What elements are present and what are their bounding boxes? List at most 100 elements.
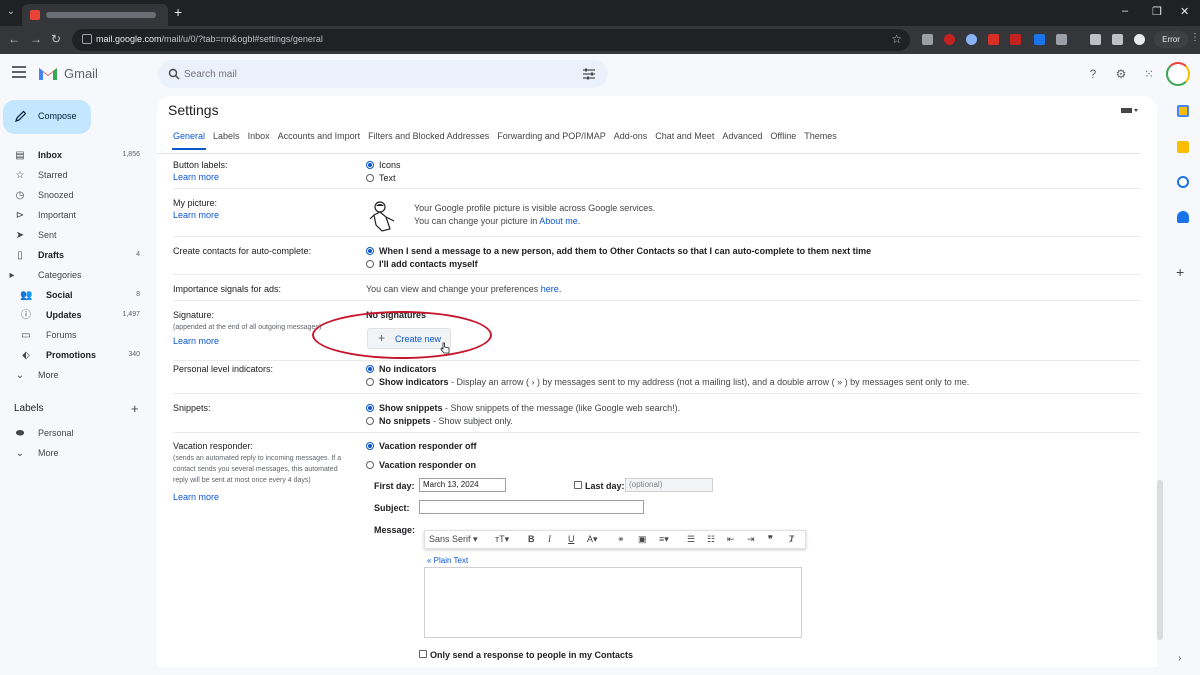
bulleted-list-icon[interactable]: ☷ xyxy=(707,534,715,545)
sidebar-item-social[interactable]: 👥 Social 8 xyxy=(0,287,150,305)
plain-text-link[interactable]: « Plain Text xyxy=(427,556,468,565)
last-day-input[interactable]: (optional) xyxy=(625,478,713,492)
get-addons-icon[interactable]: + xyxy=(1176,264,1184,280)
bookmark-star-icon[interactable]: ☆ xyxy=(891,32,902,46)
radio-auto-add-contacts[interactable] xyxy=(366,247,374,255)
profile-picture[interactable] xyxy=(368,199,398,233)
apps-grid-icon[interactable]: ⁙ xyxy=(1142,67,1156,81)
browser-tab[interactable] xyxy=(22,4,168,26)
tab-inbox[interactable]: Inbox xyxy=(248,131,270,141)
address-bar[interactable]: mail.google.com/mail/u/0/?tab=rm&ogbl#se… xyxy=(72,29,910,51)
expand-side-panel-icon[interactable]: › xyxy=(1178,653,1181,664)
radio-show-indicators[interactable] xyxy=(366,378,374,386)
settings-scrollbar[interactable] xyxy=(1157,480,1163,640)
calendar-icon[interactable] xyxy=(1177,105,1189,117)
label-item-more[interactable]: ⌄ More xyxy=(0,445,150,463)
radio-icons[interactable] xyxy=(366,161,374,169)
minimize-icon[interactable]: – xyxy=(1122,5,1128,17)
gmail-logo-icon[interactable] xyxy=(38,66,58,81)
sidebar-item-promotions[interactable]: ⬖ Promotions 340 xyxy=(0,347,150,365)
tab-search-icon[interactable]: ⌄ xyxy=(4,5,18,19)
add-label-icon[interactable]: + xyxy=(131,401,139,416)
about-me-link[interactable]: About me xyxy=(539,216,578,226)
learn-more-link[interactable]: Learn more xyxy=(173,336,219,346)
tab-offline[interactable]: Offline xyxy=(770,131,796,141)
tasks-icon[interactable] xyxy=(1177,176,1189,188)
contacts-icon[interactable] xyxy=(1177,211,1189,223)
sidebar-item-snoozed[interactable]: ◷ Snoozed xyxy=(0,187,150,205)
learn-more-link[interactable]: Learn more xyxy=(173,492,219,502)
indent-more-icon[interactable]: ⇥ xyxy=(747,534,755,545)
radio-vacation-on[interactable] xyxy=(366,461,374,469)
learn-more-link[interactable]: Learn more xyxy=(173,172,219,182)
learn-more-link[interactable]: Learn more xyxy=(173,210,219,220)
tab-advanced[interactable]: Advanced xyxy=(722,131,762,141)
main-menu-icon[interactable] xyxy=(12,66,26,78)
back-icon[interactable]: ← xyxy=(8,32,20,46)
tab-add-ons[interactable]: Add-ons xyxy=(614,131,648,141)
extension-icon[interactable] xyxy=(922,34,933,45)
side-panel-icon[interactable] xyxy=(1112,34,1123,45)
account-avatar[interactable] xyxy=(1166,62,1190,86)
sidebar-item-updates[interactable]: ⓘ Updates 1,497 xyxy=(0,307,150,325)
extension-icon[interactable] xyxy=(1010,34,1021,45)
profile-icon[interactable] xyxy=(1134,34,1145,45)
link-icon[interactable]: ⚭ xyxy=(617,534,625,545)
numbered-list-icon[interactable]: ☰ xyxy=(687,534,695,545)
first-day-input[interactable]: March 13, 2024 xyxy=(419,478,506,492)
radio-show-snippets[interactable] xyxy=(366,404,374,412)
importance-here-link[interactable]: here xyxy=(541,284,559,294)
sidebar-item-inbox[interactable]: ▤ Inbox 1,856 xyxy=(0,147,150,165)
help-icon[interactable]: ? xyxy=(1086,67,1100,81)
reading-list-icon[interactable] xyxy=(1090,34,1101,45)
message-editor[interactable] xyxy=(424,567,802,638)
extension-icon[interactable] xyxy=(966,34,977,45)
sidebar-item-sent[interactable]: ➤ Sent xyxy=(0,227,150,245)
align-icon[interactable]: ≡▾ xyxy=(659,534,669,545)
tab-accounts-and-import[interactable]: Accounts and Import xyxy=(278,131,361,141)
reload-icon[interactable]: ↻ xyxy=(51,32,61,46)
browser-menu-icon[interactable]: ⋮ xyxy=(1190,32,1200,43)
search-icon[interactable] xyxy=(168,68,180,80)
radio-manual-contacts[interactable] xyxy=(366,260,374,268)
radio-no-indicators[interactable] xyxy=(366,365,374,373)
bold-icon[interactable]: B xyxy=(528,534,535,544)
subject-input[interactable] xyxy=(419,500,644,514)
input-tools-icon[interactable] xyxy=(1121,108,1139,114)
sidebar-item-categories[interactable]: ▸ Categories xyxy=(0,267,150,285)
image-icon[interactable]: ▣ xyxy=(638,534,647,545)
radio-no-snippets[interactable] xyxy=(366,417,374,425)
extensions-puzzle-icon[interactable] xyxy=(1056,34,1067,45)
tab-general[interactable]: General xyxy=(173,131,205,141)
sidebar-item-starred[interactable]: ☆ Starred xyxy=(0,167,150,185)
error-button[interactable]: Error xyxy=(1154,31,1188,48)
text-color-icon[interactable]: A▾ xyxy=(587,534,598,545)
tab-forwarding-and-pop-imap[interactable]: Forwarding and POP/IMAP xyxy=(497,131,606,141)
forward-icon[interactable]: → xyxy=(30,32,42,46)
last-day-checkbox[interactable] xyxy=(574,481,582,489)
indent-less-icon[interactable]: ⇤ xyxy=(727,534,735,545)
only-contacts-checkbox[interactable] xyxy=(419,650,427,658)
sidebar-item-important[interactable]: ⊳ Important xyxy=(0,207,150,225)
close-icon[interactable]: ✕ xyxy=(1180,5,1189,18)
radio-text[interactable] xyxy=(366,174,374,182)
sidebar-item-drafts[interactable]: ▯ Drafts 4 xyxy=(0,247,150,265)
extension-icon[interactable] xyxy=(988,34,999,45)
search-bar[interactable] xyxy=(158,60,608,88)
restore-icon[interactable]: ❐ xyxy=(1152,5,1162,18)
site-info-icon[interactable] xyxy=(82,34,92,44)
label-item-personal[interactable]: ⬬ Personal xyxy=(0,425,150,443)
search-options-icon[interactable] xyxy=(582,68,596,80)
settings-gear-icon[interactable]: ⚙ xyxy=(1114,67,1128,81)
sidebar-item-forums[interactable]: ▭ Forums xyxy=(0,327,150,345)
keep-icon[interactable] xyxy=(1177,141,1189,153)
compose-button[interactable]: Compose xyxy=(3,100,91,134)
tab-themes[interactable]: Themes xyxy=(804,131,837,141)
new-tab-icon[interactable]: + xyxy=(174,4,182,20)
quote-icon[interactable]: ❞ xyxy=(768,534,773,545)
underline-icon[interactable]: U xyxy=(568,534,575,544)
extension-icon[interactable] xyxy=(1034,34,1045,45)
italic-icon[interactable]: I xyxy=(548,534,551,544)
search-input[interactable] xyxy=(184,66,564,82)
tab-chat-and-meet[interactable]: Chat and Meet xyxy=(655,131,714,141)
